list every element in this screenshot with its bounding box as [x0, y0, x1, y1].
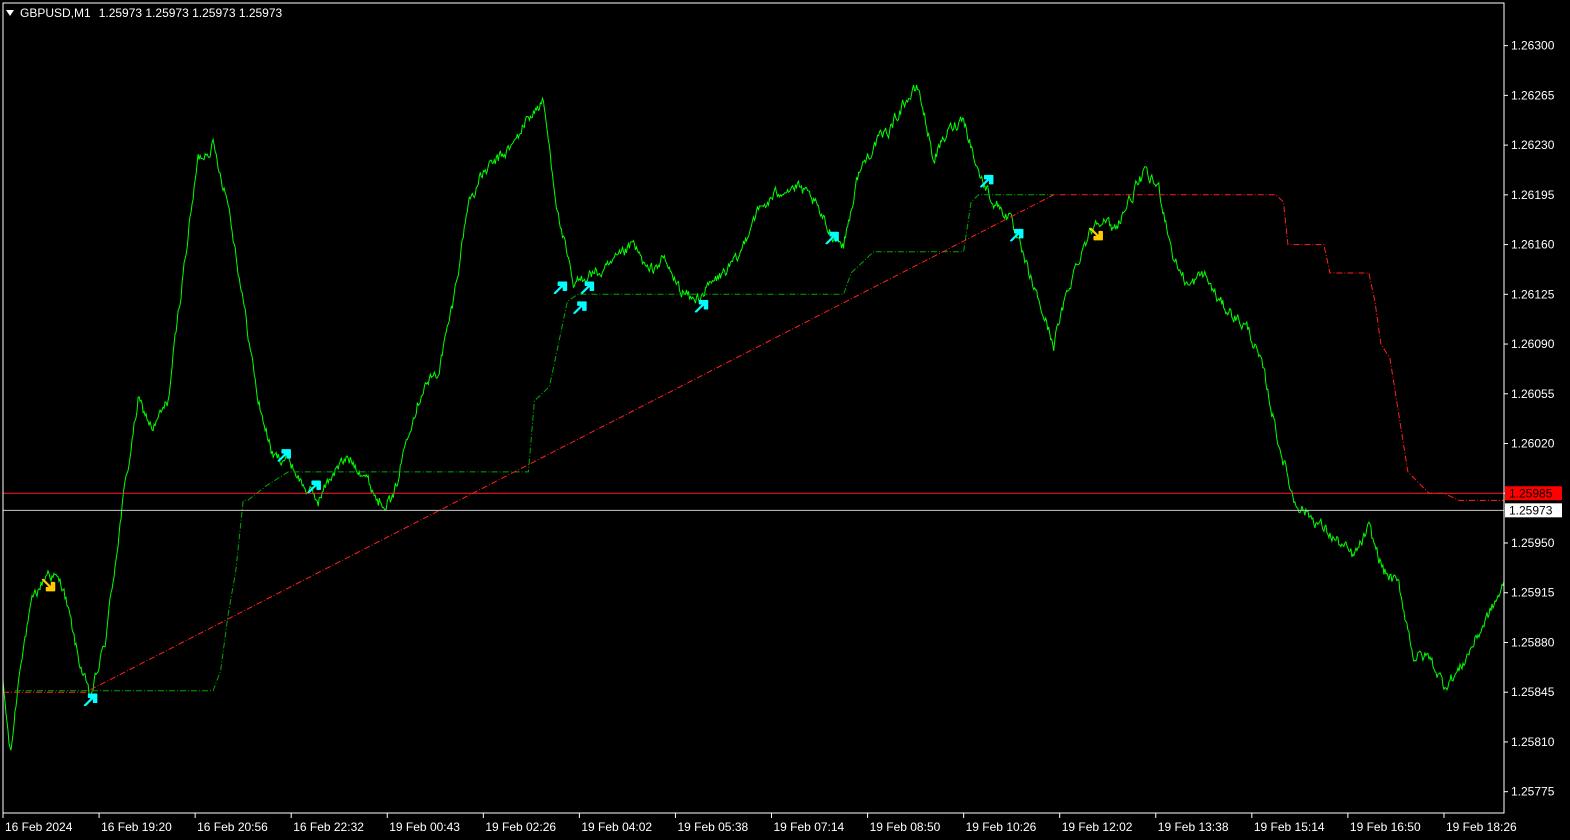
x-tick-label: 19 Feb 02:26 — [485, 820, 556, 834]
y-tick-label: 1.26055 — [1511, 387, 1555, 401]
y-tick-label: 1.26300 — [1511, 39, 1555, 53]
chart-header: GBPUSD,M1 1.25973 1.25973 1.25973 1.2597… — [6, 4, 282, 22]
x-tick-label: 16 Feb 2024 — [5, 820, 73, 834]
x-tick-label: 19 Feb 15:14 — [1254, 820, 1325, 834]
ask-price-label: 1.25985 — [1509, 486, 1553, 500]
x-tick-label: 19 Feb 08:50 — [870, 820, 941, 834]
ohlc-readout: 1.25973 1.25973 1.25973 1.25973 — [98, 6, 283, 20]
chart-window[interactable]: GBPUSD,M1 1.25973 1.25973 1.25973 1.2597… — [0, 0, 1570, 840]
bid-price-label: 1.25973 — [1509, 503, 1553, 517]
y-tick-label: 1.26265 — [1511, 88, 1555, 102]
x-tick-label: 19 Feb 13:38 — [1158, 820, 1229, 834]
x-tick-label: 19 Feb 07:14 — [774, 820, 845, 834]
chart-background — [0, 0, 1570, 840]
x-tick-label: 19 Feb 05:38 — [677, 820, 748, 834]
y-tick-label: 1.25950 — [1511, 536, 1555, 550]
y-tick-label: 1.25845 — [1511, 685, 1555, 699]
x-tick-label: 19 Feb 16:50 — [1350, 820, 1421, 834]
symbol-label: GBPUSD,M1 — [20, 6, 91, 20]
x-tick-label: 19 Feb 10:26 — [966, 820, 1037, 834]
y-tick-label: 1.26195 — [1511, 188, 1555, 202]
y-tick-label: 1.26125 — [1511, 287, 1555, 301]
x-tick-label: 19 Feb 12:02 — [1062, 820, 1133, 834]
x-tick-label: 19 Feb 04:02 — [581, 820, 652, 834]
price-chart[interactable]: 1.26300 1.26265 1.26230 1.26195 1.26160 1.261… — [0, 0, 1570, 840]
y-tick-label: 1.25915 — [1511, 586, 1555, 600]
x-tick-label: 16 Feb 19:20 — [101, 820, 172, 834]
y-tick-label: 1.26090 — [1511, 337, 1555, 351]
y-tick-label: 1.26160 — [1511, 238, 1555, 252]
chevron-down-icon[interactable] — [6, 10, 14, 16]
y-tick-label: 1.26020 — [1511, 437, 1555, 451]
y-tick-label: 1.25810 — [1511, 735, 1555, 749]
x-tick-label: 19 Feb 00:43 — [389, 820, 460, 834]
x-tick-label: 16 Feb 22:32 — [293, 820, 364, 834]
y-tick-label: 1.25880 — [1511, 635, 1555, 649]
x-tick-label: 19 Feb 18:26 — [1446, 820, 1517, 834]
x-tick-label: 16 Feb 20:56 — [197, 820, 268, 834]
y-tick-label: 1.26230 — [1511, 138, 1555, 152]
y-tick-label: 1.25775 — [1511, 785, 1555, 799]
